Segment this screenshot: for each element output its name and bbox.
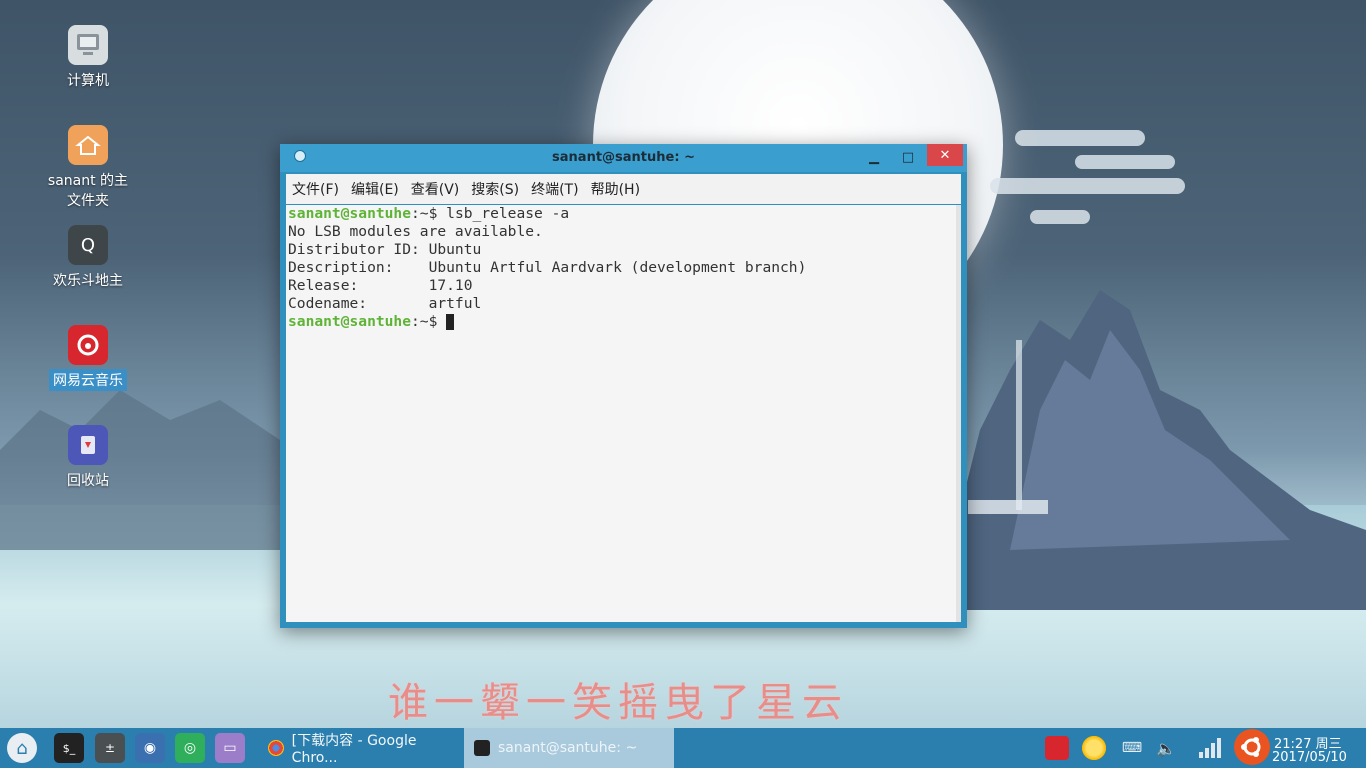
desktop-icon-label: 回收站 — [67, 473, 109, 489]
camera-icon: ◉ — [143, 740, 157, 756]
command-text: lsb_release -a — [446, 205, 570, 222]
network-signal-icon[interactable] — [1198, 736, 1222, 760]
keyboard-icon[interactable]: ⌨ — [1120, 736, 1144, 760]
taskbar: ⌂ $_ ± ◉ ◎ ▭ [下载内容 - Google Chro... sana… — [0, 728, 1366, 768]
task-label: sanant@santuhe: ~ — [498, 740, 638, 756]
weather-sun-icon[interactable] — [1082, 736, 1106, 760]
netease-tray-icon[interactable] — [1045, 736, 1069, 760]
mountain-wallpaper — [950, 290, 1366, 610]
terminal-output[interactable]: sanant@santuhe:~$ lsb_release -a No LSB … — [286, 205, 956, 622]
close-icon: ✕ — [939, 147, 951, 163]
desktop-icon-computer[interactable]: 计算机 — [38, 25, 138, 91]
launcher-browser[interactable]: ◎ — [175, 733, 205, 763]
prompt-user-host: sanant@santuhe — [288, 313, 412, 330]
menu-bar: 文件(F) 编辑(E) 查看(V) 搜索(S) 终端(T) 帮助(H) — [286, 174, 961, 204]
output-line: Codename: artful — [288, 295, 482, 312]
text-cursor — [446, 314, 455, 330]
calculator-icon: ± — [104, 741, 116, 755]
desktop-icon-label: 计算机 — [67, 73, 109, 89]
cloud — [990, 178, 1185, 194]
browser-icon: ◎ — [183, 740, 197, 756]
desktop-icon-netease-music[interactable]: 网易云音乐 — [38, 325, 138, 391]
desktop-icon-doudizhu[interactable]: Q 欢乐斗地主 — [38, 225, 138, 291]
menu-file[interactable]: 文件(F) — [286, 179, 345, 199]
desktop-icon-home-folder[interactable]: sanant 的主文件夹 — [38, 125, 138, 211]
current-prompt-line: sanant@santuhe:~$ — [286, 313, 956, 331]
terminal-icon — [474, 740, 490, 756]
menu-view[interactable]: 查看(V) — [405, 179, 466, 199]
terminal-icon: $_ — [62, 741, 76, 755]
computer-icon — [68, 25, 108, 65]
task-label: [下载内容 - Google Chro... — [291, 733, 417, 766]
recycle-bin-icon — [68, 425, 108, 465]
menu-search[interactable]: 搜索(S) — [465, 179, 525, 199]
desktop-icon-label: sanant 的主文件夹 — [47, 173, 129, 209]
title-bar[interactable]: sanant@santuhe: ~ ▁ □ ✕ — [280, 144, 967, 172]
desktop-icon-trash[interactable]: 回收站 — [38, 425, 138, 491]
folder-icon: ▭ — [223, 740, 237, 756]
command-line: sanant@santuhe:~$ lsb_release -a — [286, 205, 956, 223]
minimize-button[interactable]: ▁ — [863, 147, 885, 168]
launcher-files[interactable]: ▭ — [215, 733, 245, 763]
prompt-user-host: sanant@santuhe — [288, 205, 412, 222]
q-game-icon: Q — [68, 225, 108, 265]
terminal-window[interactable]: sanant@santuhe: ~ ▁ □ ✕ 文件(F) 编辑(E) 查看(V… — [280, 144, 967, 628]
desktop-icon-label: 网易云音乐 — [49, 369, 127, 391]
launcher-camera[interactable]: ◉ — [135, 733, 165, 763]
output-line: Description: Ubuntu Artful Aardvark (dev… — [288, 259, 807, 276]
prompt-suffix: :~$ — [411, 313, 447, 330]
volume-icon[interactable]: 🔈 — [1154, 736, 1178, 760]
menu-edit[interactable]: 编辑(E) — [345, 179, 405, 199]
launcher-calculator[interactable]: ± — [95, 733, 125, 763]
prompt-suffix: :~$ — [411, 205, 447, 222]
minimize-icon: ▁ — [869, 150, 879, 165]
task-chrome-downloads[interactable]: [下载内容 - Google Chro... — [258, 728, 463, 768]
menu-terminal[interactable]: 终端(T) — [525, 179, 584, 199]
cloud — [1015, 130, 1145, 146]
output-line: Release: 17.10 — [288, 277, 473, 294]
netease-music-icon — [68, 325, 108, 365]
maximize-button[interactable]: □ — [897, 147, 919, 168]
home-icon: ⌂ — [16, 737, 28, 759]
wallpaper-slogan: 谁一颦一笑摇曳了星云 — [388, 680, 848, 726]
close-button[interactable]: ✕ — [927, 144, 963, 166]
desktop-icon-label: 欢乐斗地主 — [53, 273, 123, 289]
menu-help[interactable]: 帮助(H) — [585, 179, 646, 199]
start-menu-button[interactable]: ⌂ — [7, 733, 37, 763]
output-line: Distributor ID: Ubuntu — [288, 241, 482, 258]
scrollbar[interactable] — [956, 205, 961, 622]
home-folder-icon — [68, 125, 108, 165]
ubuntu-logo-icon[interactable] — [1234, 729, 1270, 765]
cloud — [1075, 155, 1175, 169]
task-terminal[interactable]: sanant@santuhe: ~ — [464, 728, 674, 768]
cloud — [1030, 210, 1090, 224]
output-line: No LSB modules are available. — [288, 223, 543, 240]
launcher-terminal[interactable]: $_ — [54, 733, 84, 763]
maximize-icon: □ — [901, 150, 915, 165]
chrome-icon — [268, 740, 284, 756]
clock-date[interactable]: 2017/05/10 — [1272, 750, 1347, 765]
